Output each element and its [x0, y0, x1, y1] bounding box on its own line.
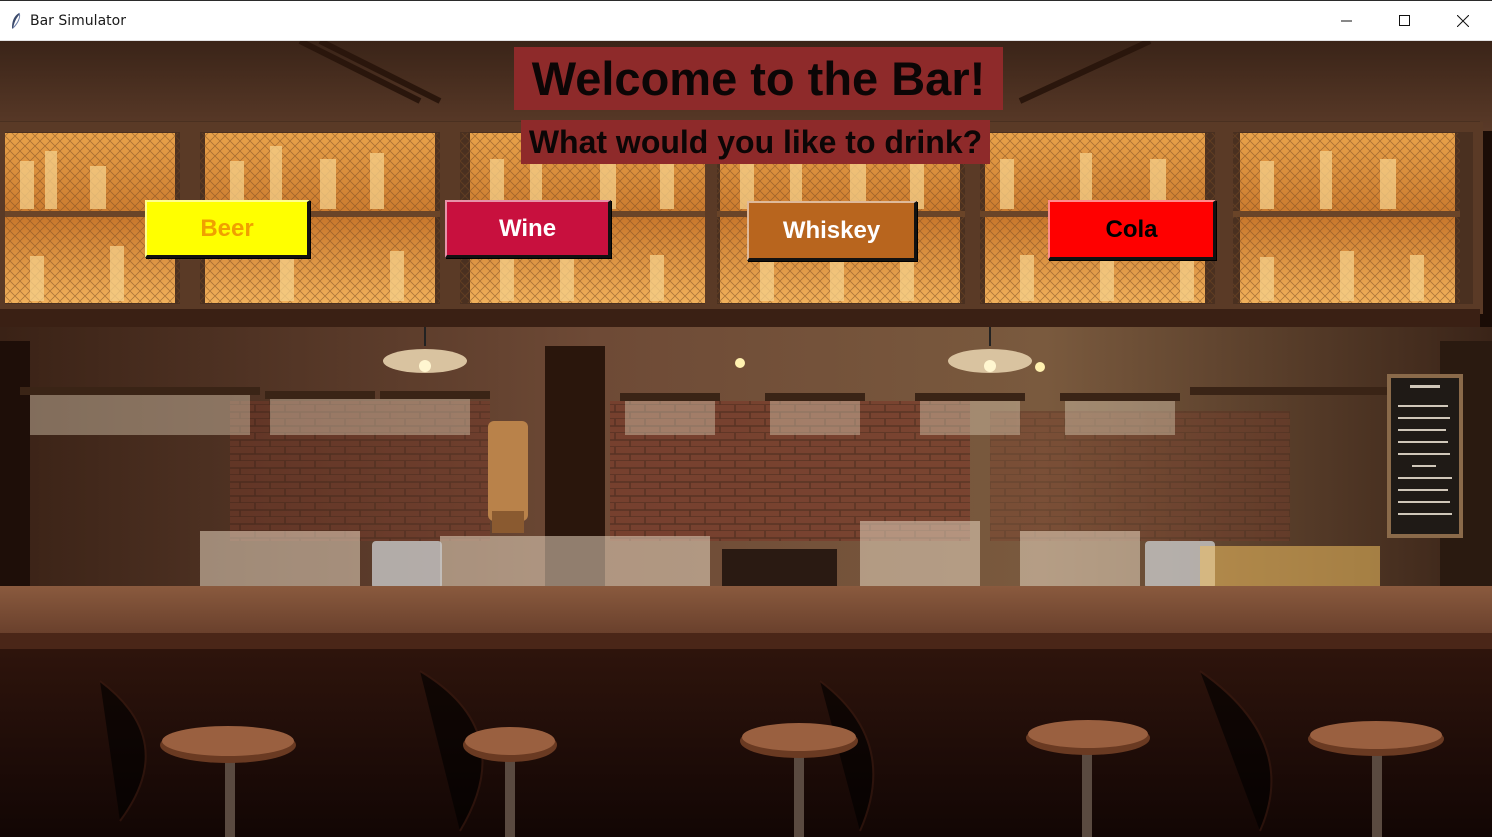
maximize-icon [1399, 15, 1410, 26]
cola-button[interactable]: Cola [1048, 200, 1216, 260]
window-controls [1318, 1, 1492, 41]
bar-scene: Welcome to the Bar! What would you like … [0, 41, 1492, 837]
feather-icon [12, 12, 21, 29]
welcome-heading: Welcome to the Bar! [514, 47, 1003, 110]
drink-prompt: What would you like to drink? [521, 120, 990, 164]
minimize-button[interactable] [1318, 1, 1376, 41]
close-icon [1457, 15, 1469, 27]
wine-button[interactable]: Wine [445, 200, 611, 258]
window-titlebar: Bar Simulator [0, 0, 1492, 41]
whiskey-button[interactable]: Whiskey [747, 201, 917, 261]
close-button[interactable] [1434, 1, 1492, 41]
maximize-button[interactable] [1376, 1, 1434, 41]
beer-button[interactable]: Beer [145, 200, 310, 258]
window-title: Bar Simulator [30, 12, 126, 29]
minimize-icon [1341, 20, 1352, 22]
